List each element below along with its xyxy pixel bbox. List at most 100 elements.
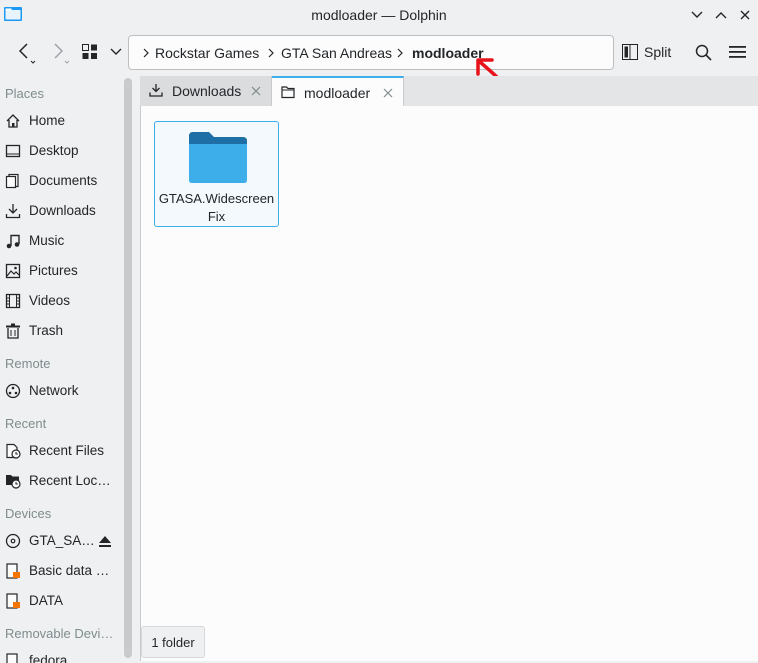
- documents-icon: [5, 173, 19, 189]
- arrow-left-icon: [18, 43, 36, 64]
- status-text: 1 folder: [151, 634, 195, 650]
- folder-name-line-2: Fix: [207, 209, 226, 224]
- location-bar[interactable]: Rockstar Games GTA San Andreas modloader: [128, 35, 614, 70]
- music-note-icon: [6, 234, 20, 249]
- search-button[interactable]: [690, 38, 716, 66]
- split-view-icon: [622, 44, 638, 60]
- download-icon: [5, 204, 21, 219]
- chevron-right-icon: [268, 48, 274, 58]
- section-remote: Remote: [5, 356, 51, 371]
- sidebar-item-label: Videos: [29, 293, 71, 308]
- folder-icon: [189, 132, 247, 183]
- recent-files-icon: [6, 443, 21, 459]
- split-button[interactable]: Split: [622, 38, 678, 66]
- sidebar-item-videos[interactable]: Videos: [0, 286, 119, 316]
- forward-button[interactable]: [44, 38, 74, 66]
- section-places: Places: [5, 86, 45, 101]
- tab-label: modloader: [304, 85, 371, 101]
- chevron-right-icon: [143, 48, 149, 58]
- trash-icon: [6, 323, 20, 339]
- sidebar-item-label: Basic data …: [29, 563, 110, 578]
- sidebar-item-pictures[interactable]: Pictures: [0, 256, 119, 286]
- sidebar-item-label: Music: [29, 233, 65, 248]
- arrow-right-icon: [54, 43, 70, 64]
- section-removable-devices: Removable Devi…: [5, 626, 114, 641]
- title-bar: modloader — Dolphin: [0, 0, 758, 30]
- tab-modloader[interactable]: modloader: [272, 76, 404, 106]
- sidebar-item-fedora[interactable]: fedora: [0, 646, 119, 663]
- sidebar-item-label: Network: [29, 383, 79, 398]
- sidebar-item-label: GTA_SA…: [29, 533, 95, 548]
- drive-icon: [6, 563, 20, 579]
- sidebar-item-label: Recent Files: [29, 443, 105, 458]
- chevron-down-icon: [691, 11, 703, 18]
- split-label: Split: [644, 44, 672, 60]
- sidebar-item-music[interactable]: Music: [0, 226, 119, 256]
- sidebar-item-trash[interactable]: Trash: [0, 316, 119, 346]
- sidebar-item-recent-files[interactable]: Recent Files: [0, 436, 119, 466]
- tab-label: Downloads: [172, 83, 242, 99]
- tab-bar: Downloads modloader: [140, 76, 758, 106]
- window-title: modloader — Dolphin: [311, 7, 447, 23]
- download-icon: [149, 84, 163, 97]
- sidebar-item-documents[interactable]: Documents: [0, 166, 119, 196]
- search-icon: [695, 44, 712, 61]
- sidebar-item-label: fedora: [29, 653, 68, 663]
- close-tab-icon[interactable]: [250, 85, 262, 97]
- sidebar-item-label: Trash: [29, 323, 64, 338]
- tab-downloads[interactable]: Downloads: [140, 76, 272, 106]
- pictures-icon: [5, 263, 21, 279]
- sidebar-item-downloads[interactable]: Downloads: [0, 196, 119, 226]
- section-recent: Recent: [5, 416, 47, 431]
- film-icon: [5, 293, 21, 309]
- menu-button[interactable]: [724, 38, 750, 66]
- view-mode-dropdown[interactable]: [106, 38, 126, 66]
- sidebar-item-gta-sa-drive[interactable]: GTA_SA…: [0, 526, 119, 556]
- breadcrumb-rockstar-games[interactable]: Rockstar Games: [155, 45, 259, 61]
- desktop-icon: [5, 144, 21, 158]
- places-sidebar: Places Home Desktop Documents Downloads …: [0, 74, 119, 663]
- breadcrumb-gta-san-andreas[interactable]: GTA San Andreas: [281, 45, 392, 61]
- home-icon: [6, 114, 20, 128]
- sidebar-item-label: Pictures: [29, 263, 78, 278]
- chevron-up-icon: [715, 12, 727, 19]
- view-mode-button[interactable]: [80, 38, 100, 66]
- minimize-button[interactable]: [688, 6, 706, 24]
- sidebar-scrollbar[interactable]: [121, 78, 134, 658]
- optical-disc-icon: [5, 533, 21, 549]
- maximize-button[interactable]: [712, 6, 730, 24]
- status-bar: 1 folder: [141, 626, 205, 658]
- recent-locations-icon: [6, 475, 21, 489]
- toolbar: Rockstar Games GTA San Andreas modloader…: [0, 30, 758, 74]
- close-icon: [740, 10, 750, 20]
- sidebar-item-recent-locations[interactable]: Recent Loc…: [0, 466, 119, 496]
- eject-icon[interactable]: [98, 534, 112, 548]
- back-button[interactable]: [10, 38, 40, 66]
- sidebar-item-label: Recent Loc…: [29, 473, 111, 488]
- section-devices: Devices: [5, 506, 52, 521]
- file-view[interactable]: GTASA.Widescreen Fix: [140, 106, 758, 661]
- close-window-button[interactable]: [736, 6, 754, 24]
- network-icon: [5, 383, 21, 399]
- sidebar-item-desktop[interactable]: Desktop: [0, 136, 119, 166]
- hamburger-menu-icon: [728, 46, 746, 58]
- sidebar-item-data[interactable]: DATA: [0, 586, 119, 616]
- folder-name-line-1: GTASA.Widescreen: [158, 191, 275, 206]
- close-tab-icon[interactable]: [382, 87, 394, 99]
- sidebar-item-basic-data[interactable]: Basic data …: [0, 556, 119, 586]
- folder-item[interactable]: GTASA.Widescreen Fix: [154, 121, 279, 227]
- sidebar-item-label: Home: [29, 113, 66, 128]
- sidebar-item-label: Documents: [29, 173, 98, 188]
- folder-name: GTASA.Widescreen Fix: [155, 190, 278, 226]
- sidebar-item-home[interactable]: Home: [0, 106, 119, 136]
- usb-drive-icon: [6, 653, 18, 663]
- chevron-right-icon: [397, 48, 403, 58]
- sidebar-item-label: Desktop: [29, 143, 79, 158]
- chevron-down-icon: [110, 48, 122, 55]
- drive-icon: [6, 593, 20, 609]
- sidebar-item-label: Downloads: [29, 203, 96, 218]
- scrollbar-thumb[interactable]: [124, 78, 132, 658]
- sidebar-item-network[interactable]: Network: [0, 376, 119, 406]
- folder-icon: [281, 86, 295, 99]
- sidebar-item-label: DATA: [29, 593, 64, 608]
